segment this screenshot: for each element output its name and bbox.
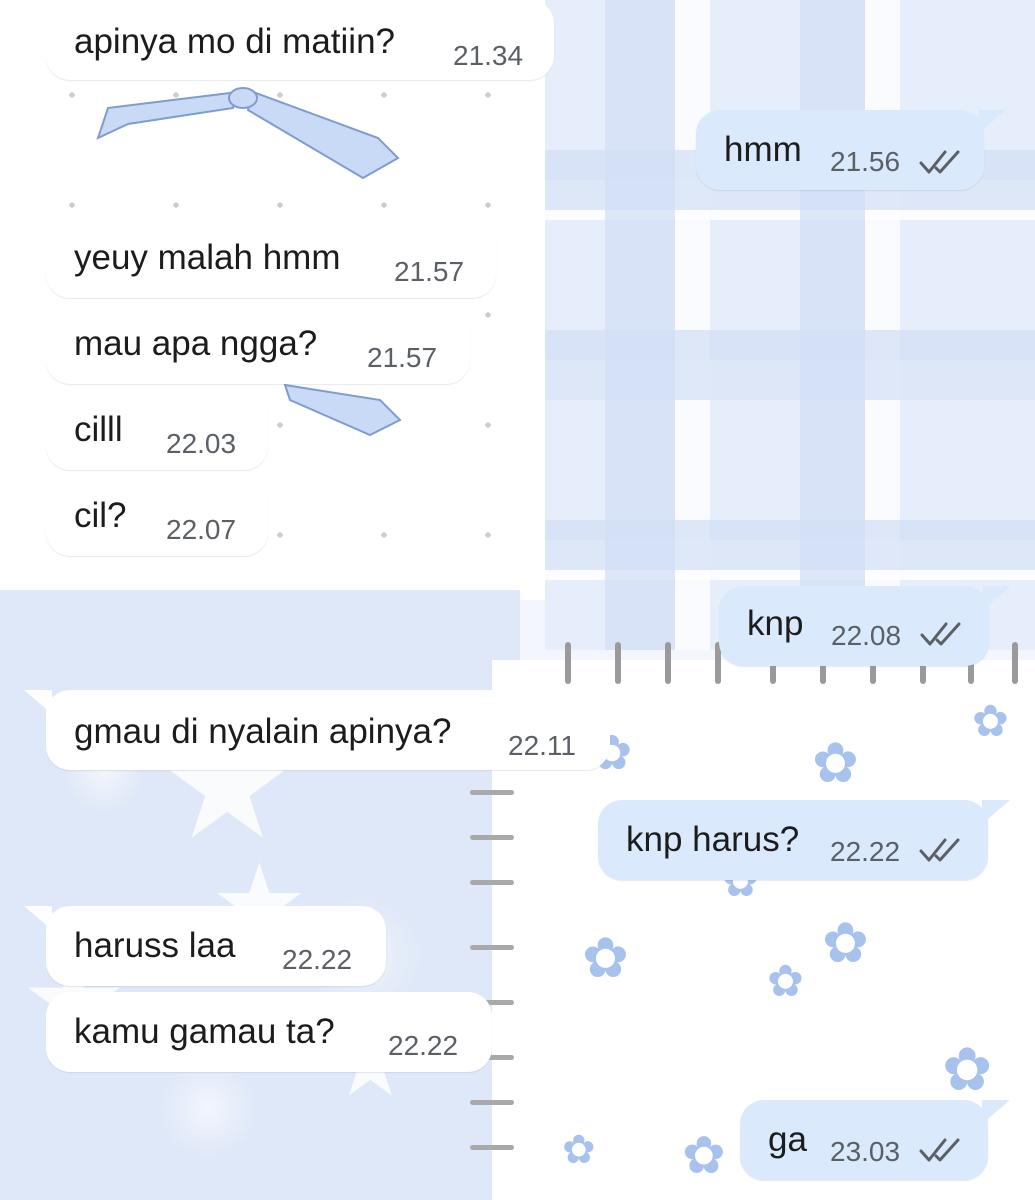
message-time: 22.08 <box>831 620 902 651</box>
incoming-message-bubble[interactable]: cil? 22.07 <box>46 476 268 556</box>
notebook-ring <box>565 642 571 684</box>
double-check-icon <box>919 1138 960 1162</box>
message-text: knp harus? <box>626 820 800 859</box>
fuzzy-blue-pattern: ★ ★ ★ ★ <box>0 590 520 1200</box>
message-time: 23.03 <box>830 1136 901 1167</box>
outgoing-message-bubble[interactable]: knp 22.08 <box>719 586 1011 666</box>
incoming-message-bubble[interactable]: apinya mo di matiin? 21.34 <box>24 0 554 80</box>
double-check-icon <box>919 150 960 174</box>
message-text: knp <box>747 604 804 643</box>
incoming-message-bubble[interactable]: yeuy malah hmm 21.57 <box>24 218 496 298</box>
outgoing-message-bubble[interactable]: ga 23.03 <box>740 1100 1010 1180</box>
message-time: 22.22 <box>830 836 901 867</box>
flower-icon: ✿ <box>682 1127 726 1185</box>
message-text: ga <box>768 1120 807 1159</box>
notebook-stitch <box>470 880 514 885</box>
message-time: 22.03 <box>166 428 237 459</box>
flower-icon: ✿ <box>942 1036 993 1103</box>
flower-icon: ✿ <box>767 957 804 1006</box>
notebook-stitch <box>470 945 514 950</box>
message-time: 22.11 <box>508 730 576 761</box>
notebook-stitch <box>470 835 514 840</box>
message-time: 22.22 <box>388 1030 459 1061</box>
message-text: yeuy malah hmm <box>74 238 341 277</box>
message-text: apinya mo di matiin? <box>74 22 395 61</box>
message-text: hmm <box>724 130 802 169</box>
message-text: cilll <box>74 410 123 449</box>
incoming-message-bubble[interactable]: cilll 22.03 <box>46 390 268 470</box>
notebook-ring <box>665 642 671 684</box>
incoming-message-bubble[interactable]: kamu gamau ta? 22.22 <box>46 992 492 1072</box>
message-time: 22.22 <box>282 944 353 975</box>
double-check-icon <box>920 622 961 646</box>
outgoing-message-bubble[interactable]: knp harus? 22.22 <box>598 800 1010 880</box>
flower-icon: ✿ <box>972 697 1009 746</box>
incoming-message-bubble[interactable]: gmau di nyalain apinya? 22.11 <box>24 690 610 770</box>
double-check-icon <box>919 838 960 862</box>
plaid-pattern <box>545 0 1035 650</box>
message-text: mau apa ngga? <box>74 324 318 363</box>
flower-icon: ✿ <box>582 926 629 989</box>
message-time: 22.07 <box>166 514 237 545</box>
notebook-ring <box>615 642 621 684</box>
incoming-message-bubble[interactable]: mau apa ngga? 21.57 <box>46 304 470 384</box>
message-text: gmau di nyalain apinya? <box>74 712 452 751</box>
message-text: kamu gamau ta? <box>74 1012 335 1051</box>
flower-icon: ✿ <box>562 1128 596 1172</box>
notebook-ring <box>1012 642 1018 684</box>
message-text: haruss laa <box>74 926 236 965</box>
message-time: 21.34 <box>453 40 524 71</box>
flower-icon: ✿ <box>812 731 859 794</box>
outgoing-message-bubble[interactable]: hmm 21.56 <box>696 110 1006 190</box>
flower-icon: ✿ <box>822 911 869 974</box>
message-time: 21.57 <box>394 256 465 287</box>
notebook-stitch <box>470 1100 514 1105</box>
bow-ribbon-icon <box>96 87 400 180</box>
message-text: cil? <box>74 496 127 535</box>
message-time: 21.57 <box>367 342 438 373</box>
notebook-stitch <box>470 1145 514 1150</box>
message-time: 21.56 <box>830 146 901 177</box>
incoming-message-bubble[interactable]: haruss laa 22.22 <box>24 906 386 986</box>
notebook-stitch <box>470 790 514 795</box>
bow-ribbon-icon <box>283 383 402 437</box>
